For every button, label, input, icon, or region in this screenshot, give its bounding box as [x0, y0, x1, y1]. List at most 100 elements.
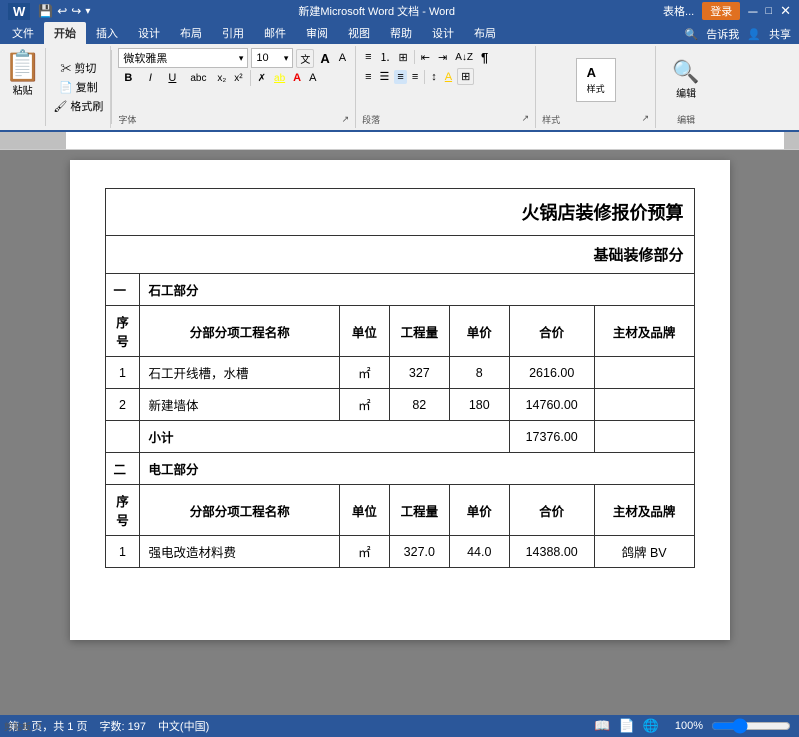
col-h-price: 单价 — [449, 306, 509, 357]
clear-format-button[interactable]: ✗ — [255, 72, 269, 85]
tab-design2[interactable]: 设计 — [422, 22, 464, 44]
close-button[interactable]: ✕ — [780, 3, 791, 19]
row2-seq: 2 — [105, 389, 140, 421]
tab-view[interactable]: 视图 — [338, 22, 380, 44]
col2-h-name: 分部分项工程名称 — [140, 485, 339, 536]
shading-button[interactable]: A — [442, 70, 455, 84]
increase-indent-button[interactable]: ⇥ — [435, 50, 450, 65]
font-increase-btn[interactable]: A — [317, 50, 332, 67]
tab-references[interactable]: 引用 — [212, 22, 254, 44]
table-row-subtotal1: 小计 17376.00 — [105, 421, 694, 453]
bullets-button[interactable]: ≡ — [362, 50, 374, 64]
table-row-section1: 基础装修部分 — [105, 236, 694, 274]
paste-icon[interactable]: 📋 — [4, 52, 41, 82]
page-view-btn[interactable]: 📄 — [618, 718, 634, 734]
word-count: 字数: 197 — [99, 718, 145, 734]
align-center-button[interactable]: ☰ — [377, 69, 393, 84]
wen-btn[interactable]: 文 — [296, 49, 314, 68]
row1-qty: 327 — [389, 357, 449, 389]
font-name-selector[interactable]: 微软雅黑▾ — [118, 48, 248, 68]
minimize-button[interactable]: ─ — [748, 4, 757, 19]
tab-layout[interactable]: 布局 — [170, 22, 212, 44]
font-color-button[interactable]: A — [290, 71, 304, 85]
bold-button[interactable]: B — [118, 71, 138, 85]
row1-name: 石工开线槽，水槽 — [140, 357, 339, 389]
multilevel-list-button[interactable]: ⊞ — [396, 50, 411, 65]
erow1-seq: 1 — [105, 536, 140, 568]
font-decrease-btn[interactable]: A — [336, 51, 349, 65]
superscript-button[interactable]: x² — [231, 72, 245, 85]
line-spacing-button[interactable]: ↕ — [428, 70, 440, 84]
find-replace-btn[interactable]: 🔍 编辑 — [668, 55, 703, 104]
document-table: 火锅店装修报价预算 基础装修部分 一 石工部分 序号 分部分项工程名称 单位 工… — [105, 188, 695, 568]
status-bar: 第 1 页，共 1 页 字数: 197 中文(中国) 📖 📄 🌐 100% — [0, 715, 799, 737]
italic-button[interactable]: I — [140, 71, 160, 85]
web-view-btn[interactable]: 🌐 — [643, 718, 659, 734]
cut-button[interactable]: ✂ 剪切 — [50, 59, 106, 77]
ribbon-tab-label-biaoge: 表格... — [663, 3, 694, 19]
tab-home[interactable]: 开始 — [44, 22, 86, 44]
char-spacing-button[interactable]: A — [306, 71, 319, 85]
format-painter-button[interactable]: 🖌 格式刷 — [50, 97, 106, 115]
quick-access-undo[interactable]: ↩ — [57, 4, 67, 18]
font-size-selector[interactable]: 10▾ — [251, 48, 293, 68]
editing-group: 🔍 编辑 编辑 — [656, 46, 716, 128]
quick-access-redo[interactable]: ↪ — [71, 4, 81, 18]
erow1-brand: 鸽牌 BV — [594, 536, 694, 568]
numbering-button[interactable]: ⒈ — [377, 48, 394, 66]
tab-insert[interactable]: 插入 — [86, 22, 128, 44]
para-expand-btn[interactable]: ↗ — [522, 113, 530, 126]
styles-expand-btn[interactable]: ↗ — [642, 113, 650, 126]
align-left-button[interactable]: ≡ — [362, 70, 374, 84]
style-selector[interactable]: A样式 — [576, 58, 616, 102]
show-marks-button[interactable]: ¶ — [478, 49, 491, 66]
table-row-header1: 序号 分部分项工程名称 单位 工程量 单价 合价 主材及品牌 — [105, 306, 694, 357]
doc-title: 新建Microsoft Word 文档 - Word — [90, 3, 663, 19]
row1-price: 8 — [449, 357, 509, 389]
borders-button[interactable]: ⊞ — [457, 68, 474, 85]
styles-group-label: 样式 — [542, 113, 560, 126]
share-label[interactable]: 共享 — [769, 26, 791, 42]
erow1-total: 14388.00 — [509, 536, 594, 568]
justify-button[interactable]: ≡ — [409, 70, 421, 84]
tab-layout2[interactable]: 布局 — [464, 22, 506, 44]
row1-unit: ㎡ — [339, 357, 389, 389]
row2-brand — [594, 389, 694, 421]
col-h-seq: 序号 — [105, 306, 140, 357]
read-view-btn[interactable]: 📖 — [594, 718, 610, 734]
col-h-qty: 工程量 — [389, 306, 449, 357]
share-icon: 👤 — [747, 28, 761, 41]
table-row-cat2: 二 电工部分 — [105, 453, 694, 485]
sort-button[interactable]: A↓Z — [452, 51, 476, 64]
text-highlight-button[interactable]: ab — [271, 72, 288, 85]
tab-design[interactable]: 设计 — [128, 22, 170, 44]
row2-qty: 82 — [389, 389, 449, 421]
restore-button[interactable]: □ — [765, 5, 772, 17]
tab-help[interactable]: 帮助 — [380, 22, 422, 44]
tell-me-label[interactable]: 告诉我 — [706, 26, 739, 42]
quick-access-save[interactable]: 💾 — [38, 4, 53, 18]
col2-h-qty: 工程量 — [389, 485, 449, 536]
styles-group: A样式 样式 ↗ — [536, 46, 656, 128]
tab-review[interactable]: 审阅 — [296, 22, 338, 44]
table-row: 1 石工开线槽，水槽 ㎡ 327 8 2616.00 — [105, 357, 694, 389]
ruler: // will render ticks via JS below — [0, 132, 799, 150]
strikethrough-button[interactable]: abc — [184, 72, 212, 85]
subtotal1-value: 17376.00 — [509, 421, 594, 453]
decrease-indent-button[interactable]: ⇤ — [418, 50, 433, 65]
ribbon: 📋 粘贴 ✂ 剪切 📄 复制 🖌 格式刷 剪贴板 ↗ 微软雅黑▾ 10▾ 文 A… — [0, 44, 799, 132]
login-button[interactable]: 登录 — [702, 2, 740, 20]
page: 火锅店装修报价预算 基础装修部分 一 石工部分 序号 分部分项工程名称 单位 工… — [70, 160, 730, 640]
font-expand-btn[interactable]: ↗ — [342, 114, 350, 125]
row2-name: 新建墙体 — [140, 389, 339, 421]
lang-indicator: 中文(中国) — [158, 718, 209, 734]
align-right-button[interactable]: ≡ — [394, 70, 406, 84]
underline-button[interactable]: U — [162, 71, 182, 85]
table-row: 2 新建墙体 ㎡ 82 180 14760.00 — [105, 389, 694, 421]
paragraph-group: ≡ ⒈ ⊞ ⇤ ⇥ A↓Z ¶ ≡ ☰ ≡ ≡ ↕ A ⊞ 段落 ↗ — [356, 46, 536, 128]
tab-mailings[interactable]: 邮件 — [254, 22, 296, 44]
copy-button[interactable]: 📄 复制 — [50, 78, 106, 96]
zoom-slider[interactable] — [711, 720, 791, 732]
tab-file[interactable]: 文件 — [2, 22, 44, 44]
subscript-button[interactable]: x₂ — [214, 72, 229, 85]
